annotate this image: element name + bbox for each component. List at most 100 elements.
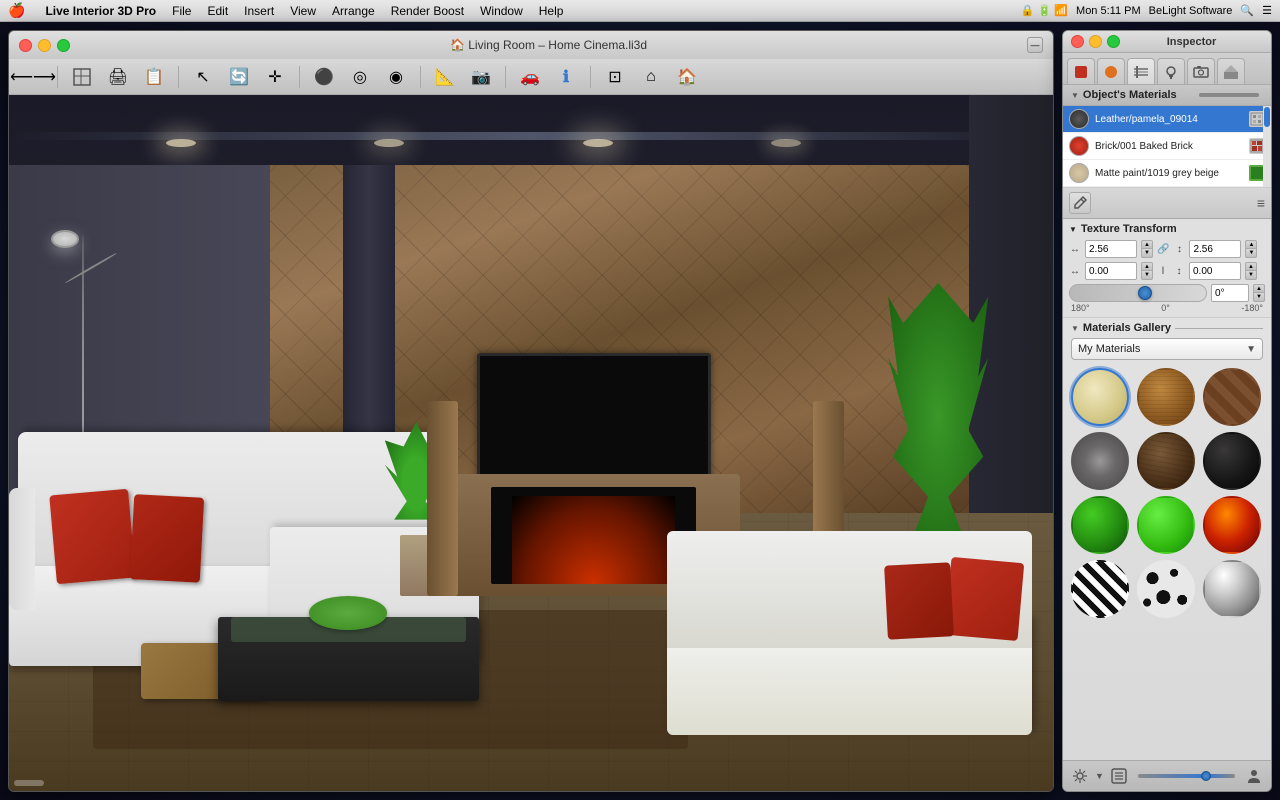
tool-view-3d[interactable]: 🏠 bbox=[671, 63, 703, 91]
menu-insert[interactable]: Insert bbox=[244, 4, 274, 18]
offset-x-input[interactable]: 0.00 bbox=[1085, 262, 1137, 280]
scrollbar-thumb[interactable] bbox=[1264, 107, 1270, 127]
swatch-9[interactable] bbox=[1203, 496, 1261, 554]
angle-up[interactable]: ▲ bbox=[1253, 284, 1265, 293]
material-item-1[interactable]: Brick/001 Baked Brick bbox=[1063, 133, 1271, 160]
offset-x-up[interactable]: ▲ bbox=[1141, 262, 1153, 271]
tab-material[interactable] bbox=[1097, 58, 1125, 84]
tool-measure[interactable]: 📐 bbox=[429, 63, 461, 91]
menu-view[interactable]: View bbox=[290, 4, 316, 18]
tool-print[interactable]: 🖨 bbox=[102, 63, 134, 91]
inspector-maximize[interactable] bbox=[1107, 35, 1120, 48]
menubar-icons: 🔒 🔋 📶 bbox=[1021, 4, 1068, 17]
toolbar-sep-1 bbox=[57, 66, 58, 88]
tools-menu[interactable]: ≡ bbox=[1257, 195, 1265, 211]
angle-thumb[interactable] bbox=[1138, 286, 1152, 300]
close-button[interactable] bbox=[19, 39, 32, 52]
settings-icon[interactable] bbox=[1069, 765, 1091, 787]
menu-window[interactable]: Window bbox=[480, 4, 523, 18]
tool-info[interactable]: ℹ bbox=[550, 63, 582, 91]
menu-help[interactable]: Help bbox=[539, 4, 564, 18]
menubar-search[interactable]: 🔍 bbox=[1240, 4, 1254, 17]
menu-file[interactable]: File bbox=[172, 4, 191, 18]
swatch-2[interactable] bbox=[1137, 368, 1195, 426]
tool-view-home[interactable]: ⌂ bbox=[635, 63, 667, 91]
scrollbar-indicator bbox=[14, 780, 44, 786]
material-item-0[interactable]: Leather/pamela_09014 bbox=[1063, 106, 1271, 133]
scene-3d[interactable] bbox=[9, 95, 1053, 791]
gallery-dropdown[interactable]: My Materials ▼ bbox=[1071, 338, 1263, 360]
tool-sphere[interactable]: ⚫ bbox=[308, 63, 340, 91]
tool-camera[interactable]: 📷 bbox=[465, 63, 497, 91]
menu-arrange[interactable]: Arrange bbox=[332, 4, 375, 18]
scale-x-input[interactable]: 2.56 bbox=[1085, 240, 1137, 258]
offset-y-spinner[interactable]: ▲ ▼ bbox=[1245, 262, 1257, 280]
tab-lights[interactable] bbox=[1157, 58, 1185, 84]
gear-dropdown[interactable]: ▼ bbox=[1095, 771, 1104, 781]
scale-y-up[interactable]: ▲ bbox=[1245, 240, 1257, 249]
swatch-8[interactable] bbox=[1137, 496, 1195, 554]
swatch-11[interactable] bbox=[1137, 560, 1195, 618]
materials-scrollbar[interactable] bbox=[1263, 106, 1271, 187]
scene-viewport[interactable] bbox=[9, 95, 1053, 791]
person-icon[interactable] bbox=[1243, 765, 1265, 787]
tool-car[interactable]: 🚗 bbox=[514, 63, 546, 91]
eyedropper-tool[interactable] bbox=[1069, 192, 1091, 214]
ceiling-light-2 bbox=[374, 139, 404, 147]
scale-y-down[interactable]: ▼ bbox=[1245, 249, 1257, 258]
inspector-close[interactable] bbox=[1071, 35, 1084, 48]
ceiling-light-4 bbox=[771, 139, 801, 147]
tab-camera[interactable] bbox=[1187, 58, 1215, 84]
tool-view-square[interactable]: ⊡ bbox=[599, 63, 631, 91]
swatch-12[interactable] bbox=[1203, 560, 1261, 618]
maximize-button[interactable] bbox=[57, 39, 70, 52]
minimize-button[interactable] bbox=[38, 39, 51, 52]
swatch-7[interactable] bbox=[1071, 496, 1129, 554]
scale-y-spinner[interactable]: ▲ ▼ bbox=[1245, 240, 1257, 258]
tab-texture[interactable] bbox=[1127, 58, 1155, 84]
angle-slider[interactable] bbox=[1069, 284, 1207, 302]
tab-scene[interactable] bbox=[1217, 58, 1245, 84]
ceiling-light-3 bbox=[583, 139, 613, 147]
menu-app[interactable]: Live Interior 3D Pro bbox=[45, 4, 156, 18]
offset-x-spinner[interactable]: ▲ ▼ bbox=[1141, 262, 1153, 280]
swatch-1[interactable] bbox=[1071, 368, 1129, 426]
tool-target[interactable]: ◉ bbox=[380, 63, 412, 91]
offset-y-input[interactable]: 0.00 bbox=[1189, 262, 1241, 280]
tab-object[interactable] bbox=[1067, 58, 1095, 84]
swatch-4[interactable] bbox=[1071, 432, 1129, 490]
inspector-minimize[interactable] bbox=[1089, 35, 1102, 48]
offset-x-down[interactable]: ▼ bbox=[1141, 271, 1153, 280]
menu-edit[interactable]: Edit bbox=[207, 4, 228, 18]
material-swatch-2 bbox=[1069, 163, 1089, 183]
menu-render-boost[interactable]: Render Boost bbox=[391, 4, 464, 18]
tool-floor-plan[interactable] bbox=[66, 63, 98, 91]
apple-menu[interactable]: 🍎 bbox=[8, 2, 25, 19]
angle-input[interactable]: 0° bbox=[1211, 284, 1249, 302]
scale-y-input[interactable]: 2.56 bbox=[1189, 240, 1241, 258]
swatch-10[interactable] bbox=[1071, 560, 1129, 618]
material-item-2[interactable]: Matte paint/1019 grey beige bbox=[1063, 160, 1271, 187]
offset-y-up[interactable]: ▲ bbox=[1245, 262, 1257, 271]
zoom-slider[interactable] bbox=[1138, 774, 1235, 778]
menubar-menu[interactable]: ☰ bbox=[1262, 4, 1272, 17]
tool-orbit[interactable]: 🔄 bbox=[223, 63, 255, 91]
zoom-thumb[interactable] bbox=[1201, 771, 1211, 781]
offset-y-down[interactable]: ▼ bbox=[1245, 271, 1257, 280]
tool-nav[interactable]: ⟵⟶ bbox=[17, 63, 49, 91]
swatch-6[interactable] bbox=[1203, 432, 1261, 490]
tool-list[interactable]: 📋 bbox=[138, 63, 170, 91]
window-titlebar: 🏠 Living Room – Home Cinema.li3d — bbox=[9, 31, 1053, 59]
tool-circle[interactable]: ◎ bbox=[344, 63, 376, 91]
scale-x-down[interactable]: ▼ bbox=[1141, 249, 1153, 258]
swatch-3[interactable] bbox=[1203, 368, 1261, 426]
tool-pan[interactable]: ✛ bbox=[259, 63, 291, 91]
tool-select[interactable]: ↖ bbox=[187, 63, 219, 91]
angle-down[interactable]: ▼ bbox=[1253, 293, 1265, 302]
swatch-5[interactable] bbox=[1137, 432, 1195, 490]
window-resize-btn[interactable]: — bbox=[1027, 37, 1043, 53]
scale-x-spinner[interactable]: ▲ ▼ bbox=[1141, 240, 1153, 258]
angle-spinner[interactable]: ▲ ▼ bbox=[1253, 284, 1265, 302]
export-icon[interactable] bbox=[1108, 765, 1130, 787]
scale-x-up[interactable]: ▲ bbox=[1141, 240, 1153, 249]
